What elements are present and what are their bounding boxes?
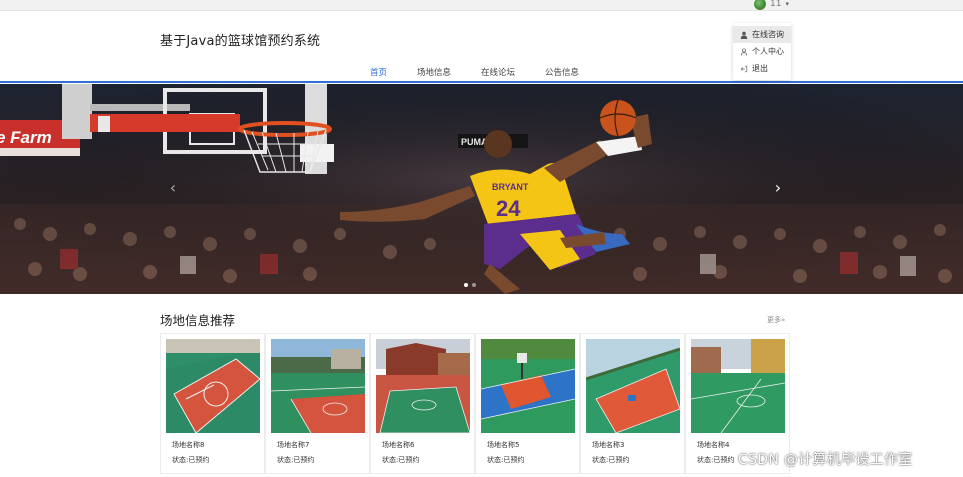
- venue-card[interactable]: 场地名称3 状态:已预约: [580, 334, 685, 474]
- banner-carousel[interactable]: e Farm PUMA BRYANT 24 ‹ ›: [0, 84, 963, 294]
- chevron-down-icon: ▾: [785, 0, 789, 8]
- user-solid-icon: [740, 31, 748, 39]
- username: 11: [770, 0, 782, 9]
- menu-item-profile[interactable]: 个人中心: [733, 43, 791, 60]
- venue-name: 场地名称4: [697, 441, 730, 449]
- jersey-name-text: BRYANT: [492, 182, 529, 192]
- venue-image: [691, 339, 785, 433]
- venue-card[interactable]: 场地名称5 状态:已预约: [475, 334, 580, 474]
- venue-status: 状态:已预约: [697, 456, 735, 464]
- avatar: [754, 0, 767, 10]
- user-menu-toggle[interactable]: 11 ▾: [754, 0, 789, 11]
- venue-image: [166, 339, 260, 433]
- section-title: 场地信息推荐: [160, 313, 236, 328]
- menu-item-label: 退出: [752, 64, 768, 73]
- nav-item-venues[interactable]: 场地信息: [402, 66, 466, 78]
- venue-status: 状态:已预约: [487, 456, 525, 464]
- menu-item-online-consult[interactable]: 在线咨询: [733, 26, 791, 43]
- nav-item-notices[interactable]: 公告信息: [530, 66, 594, 78]
- menu-item-logout[interactable]: 退出: [733, 60, 791, 77]
- jersey-number-text: 24: [496, 196, 521, 221]
- venue-name: 场地名称3: [592, 441, 625, 449]
- menu-item-label: 个人中心: [752, 47, 784, 56]
- user-outline-icon: [740, 47, 748, 56]
- venue-name: 场地名称5: [487, 441, 520, 449]
- brand-sign-text: PUMA: [461, 137, 488, 147]
- site-header: 基于Java的篮球馆预约系统 首页 场地信息 在线论坛 公告信息: [0, 11, 963, 83]
- venue-name: 场地名称8: [172, 441, 205, 449]
- venue-card[interactable]: 场地名称8 状态:已预约: [160, 334, 265, 474]
- more-link[interactable]: 更多»: [767, 315, 785, 325]
- menu-item-label: 在线咨询: [752, 30, 784, 39]
- venue-name: 场地名称7: [277, 441, 310, 449]
- venue-image: [271, 339, 365, 433]
- nav-item-forum[interactable]: 在线论坛: [466, 66, 530, 78]
- venue-card-list: 场地名称8 状态:已预约 场地名称7 状态:已预约 场地名称6 状态:已预约 场…: [160, 333, 790, 474]
- carousel-dot[interactable]: [472, 283, 476, 287]
- top-strip: 11 ▾: [0, 0, 963, 11]
- venue-name: 场地名称6: [382, 441, 415, 449]
- court-sign-text: e Farm: [0, 128, 52, 147]
- venue-image: [481, 339, 575, 433]
- venue-card[interactable]: 场地名称7 状态:已预约: [265, 334, 370, 474]
- logout-icon: [740, 65, 748, 72]
- watermark: CSDN @计算机毕设工作室: [738, 452, 913, 468]
- venue-card[interactable]: 场地名称6 状态:已预约: [370, 334, 475, 474]
- site-title: 基于Java的篮球馆预约系统: [160, 34, 321, 49]
- venue-status: 状态:已预约: [592, 456, 630, 464]
- venue-status: 状态:已预约: [277, 456, 315, 464]
- banner-image: e Farm PUMA BRYANT 24: [0, 84, 963, 294]
- carousel-indicators: [464, 283, 476, 287]
- user-dropdown-menu: 在线咨询 个人中心 退出: [733, 23, 791, 80]
- venue-image: [376, 339, 470, 433]
- carousel-dot[interactable]: [464, 283, 468, 287]
- venue-status: 状态:已预约: [382, 456, 420, 464]
- carousel-next-arrow[interactable]: ›: [771, 178, 785, 198]
- carousel-prev-arrow[interactable]: ‹: [166, 178, 180, 198]
- venue-image: [586, 339, 680, 433]
- main-nav: 首页 场地信息 在线论坛 公告信息: [355, 66, 594, 78]
- nav-item-home[interactable]: 首页: [355, 66, 402, 78]
- venue-status: 状态:已预约: [172, 456, 210, 464]
